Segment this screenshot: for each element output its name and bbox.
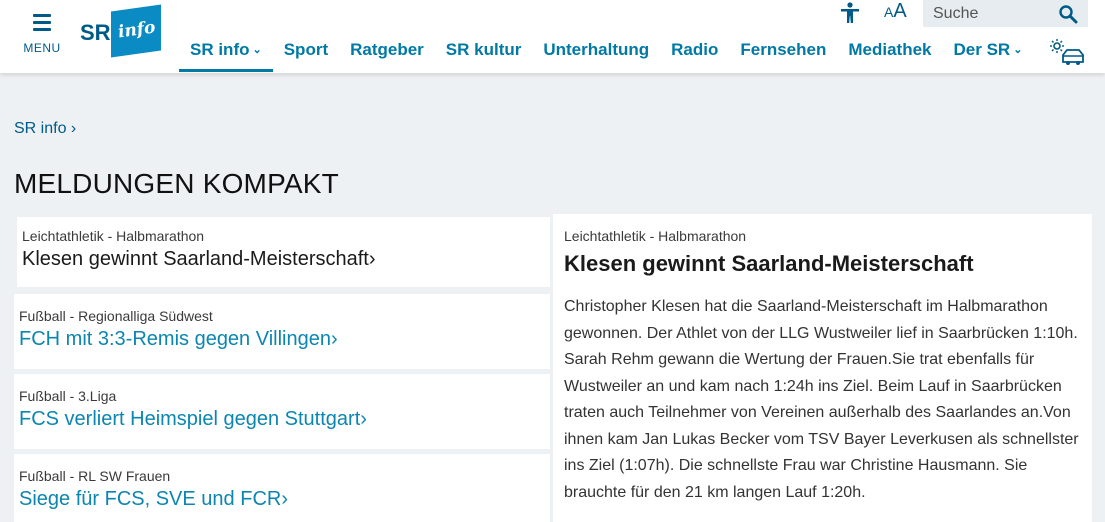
article-body: Christopher Klesen hat die Saarland-Meis… bbox=[564, 298, 1079, 501]
menu-button[interactable]: MENU bbox=[22, 14, 62, 56]
news-headline: Siege für FCS, SVE und FCR› bbox=[19, 488, 288, 510]
breadcrumb[interactable]: SR info › bbox=[14, 120, 76, 138]
chevron-down-icon: ⌄ bbox=[252, 44, 262, 56]
menu-label: MENU bbox=[23, 41, 61, 55]
sr-info-logo[interactable]: SR info bbox=[80, 4, 164, 58]
nav-item-sr-info[interactable]: SR info ⌄ bbox=[179, 30, 273, 72]
news-topic: Fußball - Regionalliga Südwest bbox=[19, 308, 213, 324]
news-list-item[interactable]: Fußball - 3.Liga FCS verliert Heimspiel … bbox=[14, 374, 550, 449]
font-size-small: A bbox=[884, 4, 894, 20]
logo-sr-text: SR bbox=[80, 20, 111, 45]
page-title: MELDUNGEN KOMPAKT bbox=[14, 168, 339, 199]
nav-item-ratgeber[interactable]: Ratgeber bbox=[339, 30, 435, 72]
nav-item-sr-kultur[interactable]: SR kultur bbox=[435, 30, 533, 72]
search-icon[interactable] bbox=[1058, 4, 1078, 24]
news-headline: FCS verliert Heimspiel gegen Stuttgart› bbox=[19, 408, 367, 430]
search-input[interactable] bbox=[923, 0, 1053, 27]
main-navigation: SR info ⌄ Sport Ratgeber SR kultur Unterh… bbox=[179, 30, 1033, 73]
search-box bbox=[923, 0, 1088, 27]
article-panel: Leichtathletik - Halbmarathon Klesen gew… bbox=[553, 214, 1092, 522]
news-topic: Fußball - 3.Liga bbox=[19, 388, 117, 404]
hamburger-icon bbox=[33, 14, 51, 31]
nav-item-mediathek[interactable]: Mediathek bbox=[837, 30, 942, 72]
traffic-weather-icon[interactable] bbox=[1049, 38, 1085, 66]
chevron-down-icon: ⌄ bbox=[1013, 44, 1023, 56]
font-size-icon[interactable]: AA bbox=[884, 0, 907, 23]
font-size-big: A bbox=[893, 0, 907, 22]
news-list-item[interactable]: Leichtathletik - Halbmarathon Klesen gew… bbox=[14, 214, 550, 290]
nav-item-radio[interactable]: Radio bbox=[660, 30, 729, 72]
news-topic: Fußball - RL SW Frauen bbox=[19, 468, 171, 484]
news-topic: Leichtathletik - Halbmarathon bbox=[22, 228, 205, 244]
news-headline: Klesen gewinnt Saarland-Meisterschaft› bbox=[22, 248, 376, 270]
news-list-item[interactable]: Fußball - RL SW Frauen Siege für FCS, SV… bbox=[14, 454, 550, 522]
site-header: MENU SR info SR info ⌄ Sport Ratgeber SR … bbox=[0, 0, 1105, 73]
nav-item-der-sr[interactable]: Der SR ⌄ bbox=[943, 30, 1034, 72]
news-headline: FCH mit 3:3-Remis gegen Villingen› bbox=[19, 328, 338, 350]
article-headline: Klesen gewinnt Saarland-Meisterschaft bbox=[564, 251, 974, 276]
article-topic: Leichtathletik - Halbmarathon bbox=[564, 228, 747, 244]
nav-item-sport[interactable]: Sport bbox=[273, 30, 339, 72]
nav-item-label: SR info bbox=[190, 40, 250, 59]
nav-item-label: Der SR bbox=[953, 40, 1011, 59]
accessibility-icon[interactable] bbox=[839, 2, 861, 24]
news-list-item[interactable]: Fußball - Regionalliga Südwest FCH mit 3… bbox=[14, 294, 550, 369]
nav-item-unterhaltung[interactable]: Unterhaltung bbox=[532, 30, 660, 72]
nav-item-fernsehen[interactable]: Fernsehen bbox=[729, 30, 837, 72]
